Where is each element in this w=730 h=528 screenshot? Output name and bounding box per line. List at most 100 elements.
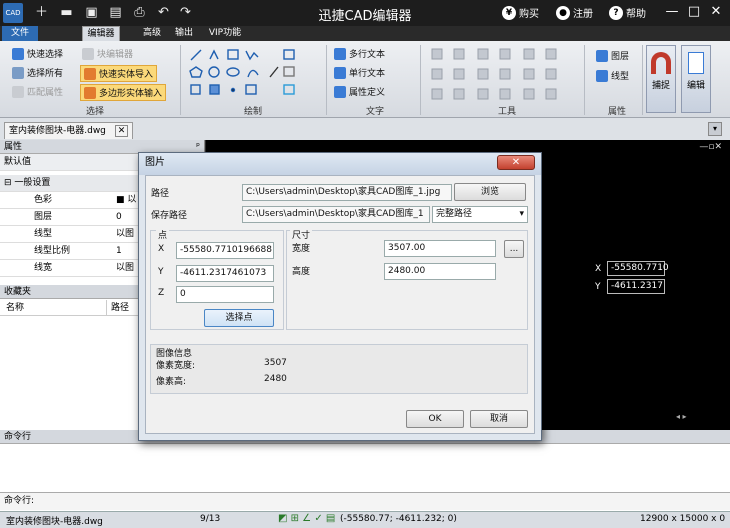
magnet-icon — [651, 52, 671, 74]
canvas-window-controls[interactable]: —▫✕ — [699, 142, 722, 152]
snap-button[interactable]: 捕捉 — [646, 45, 676, 113]
group-text-label: 文字 — [365, 107, 384, 117]
width-label: 宽度 — [292, 244, 311, 254]
block-editor-icon — [82, 47, 94, 60]
select-all-button[interactable]: 选择所有 — [12, 66, 63, 79]
cancel-button[interactable]: 取消 — [470, 410, 528, 428]
menu-bar: 文件 编辑器 高级 输出 VIP功能 — [0, 26, 730, 41]
col-name-header[interactable]: 名称 — [6, 300, 24, 316]
save-path-mode-select[interactable]: 完整路径 ▾ — [432, 206, 528, 223]
user-icon: ● — [556, 5, 570, 20]
y-field[interactable]: -4611.2317461073 — [176, 265, 274, 282]
quick-select-label: 快速选择 — [27, 50, 64, 60]
collapse-icon[interactable]: ⊟ — [0, 178, 12, 188]
status-file: 室内装修图块-电器.dwg — [6, 517, 103, 527]
edit-button[interactable]: 编辑 — [681, 45, 711, 113]
prop-name: 色彩 — [34, 195, 53, 205]
path-label: 路径 — [151, 189, 170, 199]
attdef-button[interactable]: 属性定义 — [334, 85, 385, 98]
draw-icons[interactable] — [188, 47, 318, 103]
prop-name: 线型 — [34, 229, 53, 239]
ribbon: 快速选择 选择所有 匹配属性 块编辑器 快速实体导入 多边形实体输入 选择 绘制… — [0, 41, 730, 118]
chevron-down-icon: ▾ — [519, 209, 524, 219]
x-label: X — [158, 244, 165, 254]
linetype-icon — [596, 69, 608, 82]
block-editor-label: 块编辑器 — [97, 50, 134, 60]
buy-button[interactable]: ¥ 购买 — [502, 5, 539, 20]
prop-value: ■ 以 — [116, 195, 137, 205]
command-input[interactable]: 命令行: — [0, 492, 730, 510]
pixel-width-label: 像素宽度: — [156, 361, 196, 371]
match-props-label: 匹配属性 — [27, 88, 64, 98]
stext-label: 单行文本 — [349, 69, 386, 79]
width-field[interactable]: 3507.00 — [384, 240, 496, 257]
ok-button[interactable]: OK — [406, 410, 464, 428]
tool-icons[interactable] — [430, 47, 570, 103]
stext-button[interactable]: 单行文本 — [334, 66, 385, 79]
image-info-group — [150, 344, 528, 394]
menu-file[interactable]: 文件 — [2, 26, 38, 41]
y-label: Y — [158, 267, 164, 277]
quick-select-button[interactable]: 快速选择 — [12, 47, 63, 60]
group-select-label: 选择 — [85, 107, 104, 117]
block-editor-button[interactable]: 块编辑器 — [82, 47, 133, 60]
group-props-label: 属性 — [607, 107, 626, 117]
minimize-icon[interactable]: — — [664, 4, 680, 20]
status-coords: (-55580.77; -4611.232; 0) — [340, 514, 457, 524]
layer-icon — [596, 49, 608, 62]
browse-button[interactable]: 浏览 — [454, 183, 526, 201]
match-props-button[interactable]: 匹配属性 — [12, 85, 63, 98]
menu-vip[interactable]: VIP功能 — [204, 26, 246, 41]
draw-tools — [188, 47, 318, 103]
attdef-icon — [334, 85, 346, 98]
dialog-close-icon[interactable]: ✕ — [497, 155, 535, 170]
pixel-height-value: 2480 — [264, 374, 287, 384]
pixel-height-label: 像素高: — [156, 377, 187, 387]
menu-output[interactable]: 输出 — [170, 26, 198, 41]
menu-editor[interactable]: 编辑器 — [82, 26, 120, 41]
pick-point-button[interactable]: 选择点 — [204, 309, 274, 327]
register-button[interactable]: ● 注册 — [556, 5, 593, 20]
canvas-y-label: Y — [595, 282, 601, 292]
tab-close-icon[interactable]: ✕ — [114, 125, 129, 137]
maximize-icon[interactable]: □ — [686, 4, 702, 20]
mtext-label: 多行文本 — [349, 50, 386, 60]
polygon-input-icon — [84, 86, 96, 99]
prop-name: 线宽 — [34, 263, 53, 273]
ribbon-separator — [326, 45, 327, 115]
tools-icons — [431, 48, 557, 100]
close-icon[interactable]: ✕ — [708, 4, 724, 20]
linetype-button[interactable]: 线型 — [596, 69, 629, 82]
layer-label: 图层 — [611, 52, 630, 62]
tab-menu-icon[interactable]: ▾ — [708, 122, 722, 136]
dialog-titlebar: 图片 ✕ — [139, 153, 541, 175]
quick-select-icon — [12, 47, 24, 60]
mtext-button[interactable]: 多行文本 — [334, 47, 385, 60]
favorites-title: 收藏夹 — [4, 287, 32, 297]
document-tabs: 室内装修图块-电器.dwg ✕ ▾ — [0, 118, 730, 140]
status-page: 9/13 — [200, 514, 221, 524]
quick-import-button[interactable]: 快速实体导入 — [80, 65, 158, 82]
col-path-header[interactable]: 路径 — [106, 300, 129, 316]
save-path-field[interactable]: C:\Users\admin\Desktop\家具CAD图库_1 — [242, 206, 430, 223]
menu-advanced[interactable]: 高级 — [138, 26, 166, 41]
horizontal-scrollbar[interactable]: ◂ ▸ — [676, 412, 726, 422]
properties-title: 属性 — [4, 142, 23, 152]
height-field[interactable]: 2480.00 — [384, 263, 496, 280]
command-title: 命令行 — [4, 432, 32, 442]
layer-button[interactable]: 图层 — [596, 49, 629, 62]
polygon-input-button[interactable]: 多边形实体输入 — [80, 84, 167, 101]
select-all-icon — [12, 66, 24, 79]
help-button[interactable]: ? 帮助 — [609, 5, 646, 20]
more-button[interactable]: ... — [504, 240, 524, 258]
attdef-label: 属性定义 — [349, 88, 386, 98]
status-toggle-icons[interactable]: ◩ ⊞ ∠ ✓ ▤ — [278, 513, 335, 524]
document-tab[interactable]: 室内装修图块-电器.dwg ✕ — [4, 122, 134, 139]
canvas-x-label: X — [595, 264, 602, 274]
z-field[interactable]: 0 — [176, 286, 274, 303]
path-field[interactable]: C:\Users\admin\Desktop\家具CAD图库_1.jpg — [242, 184, 452, 201]
default-value: 默认值 — [4, 157, 32, 167]
linetype-label: 线型 — [611, 72, 630, 82]
buy-label: 购买 — [519, 9, 539, 20]
x-field[interactable]: -55580.7710196688 — [176, 242, 274, 259]
